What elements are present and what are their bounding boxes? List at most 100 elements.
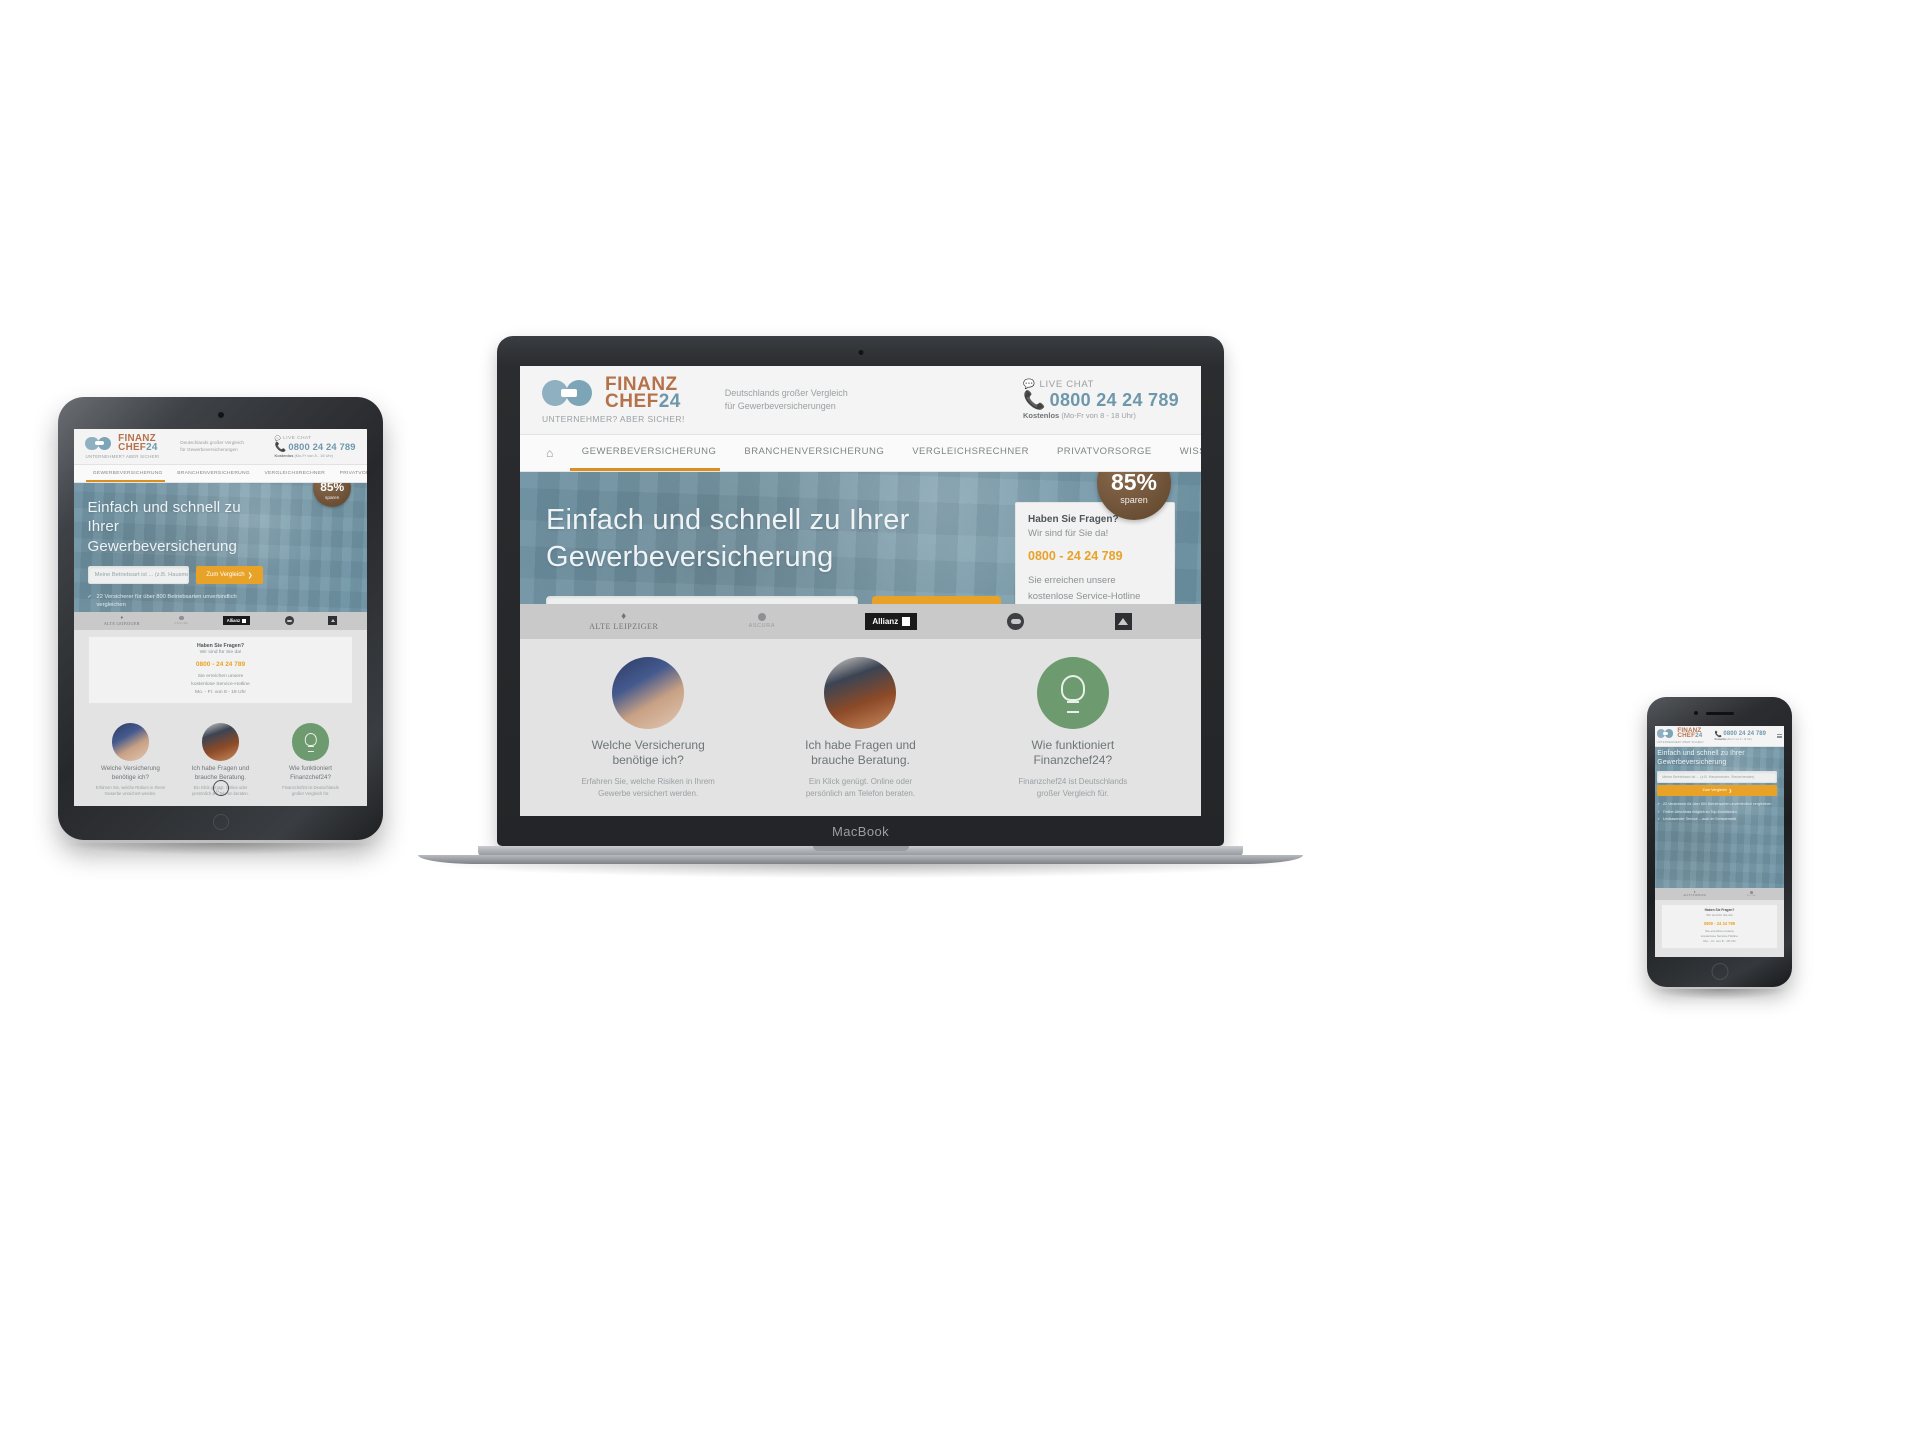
partner-allianz: Allianz xyxy=(865,612,918,630)
hero-bullet-2-text: Online-Abschluss möglich zu Top-Konditio… xyxy=(1663,809,1737,814)
lightbulb-idea-photo xyxy=(1036,656,1109,729)
logo-tagline: UNTERNEHMER? ABER SICHER! xyxy=(1656,740,1704,745)
partner-allianz: Allianz xyxy=(223,616,250,626)
logo[interactable]: FINANZ CHEF24 UNTERNEHMER? ABER SICHER! xyxy=(1656,727,1704,745)
header-claim: Deutschlands großer Vergleich für Gewerb… xyxy=(725,387,848,413)
insurer-square-logo xyxy=(1118,617,1129,625)
info-card-desc-line2: Gewerbe versichert werden. xyxy=(104,791,157,797)
nav-item-vergleichsrechner[interactable]: VERGLEICHSRECHNER xyxy=(257,465,332,481)
header-phone-note-bold: Kostenlos xyxy=(274,452,294,458)
savings-badge: Jetzt bis zu 85% sparen xyxy=(312,482,352,508)
compare-button[interactable]: Zum Vergleich ❯ xyxy=(871,596,1001,604)
nav-item-branchenversicherung[interactable]: BRANCHENVERSICHERUNG xyxy=(170,465,257,481)
hero-search-form: Meine Betriebsart ist ... (z.B. Hausmeis… xyxy=(87,566,264,584)
nav-item-privatvorsorge[interactable]: PRIVATVORSORGE xyxy=(1043,435,1166,471)
search-input[interactable]: Meine Betriebsart ist ... (z.B. Hausmeis… xyxy=(87,566,189,584)
hero-title-line1: Einfach und schnell zu Ihrer xyxy=(546,503,910,536)
laptop-camera-icon xyxy=(858,350,863,355)
finanzchef24-logo-icon xyxy=(542,380,598,407)
contact-box: Haben Sie Fragen? Wir sind für Sie da! 0… xyxy=(88,636,353,704)
hero-title: Einfach und schnell zu Ihrer Gewerbevers… xyxy=(546,502,1001,576)
header-phone-note-text: (Mo-Fr von 8 - 18 Uhr) xyxy=(1061,411,1136,421)
check-icon: ✓ xyxy=(1657,816,1661,821)
contact-box-subtitle: Wir sind für Sie da! xyxy=(1706,913,1733,918)
compare-button[interactable]: Zum Vergleich ❯ xyxy=(195,566,264,584)
info-card-title-line1: Ich habe Fragen und xyxy=(805,737,916,752)
search-input[interactable]: Meine Betriebsart ist ... (z.B. Hausmeis… xyxy=(546,596,858,604)
contact-box-phone[interactable]: 0800 - 24 24 789 xyxy=(1028,549,1162,563)
finanzchef24-logo-icon xyxy=(1656,729,1675,738)
partner-logos-bar: ♦ ALTE LEIPZIGER ASCURA Allianz xyxy=(74,611,367,631)
header-phone[interactable]: 📞 0800 24 24 789 xyxy=(1715,731,1766,738)
tablet-screen: FINANZ CHEF24 UNTERNEHMER? ABER SICHER! … xyxy=(74,429,367,806)
macbook-label: MacBook xyxy=(832,824,889,839)
chevron-right-icon: ❯ xyxy=(1728,788,1732,793)
tablet-home-button[interactable] xyxy=(212,814,229,830)
alte-leipziger-logo: ♦ xyxy=(621,610,627,622)
nav-item-privatvorsorge[interactable]: PRIVATVORSORGE xyxy=(332,465,367,481)
info-card[interactable]: Welche Versicherung benötige ich? Erfahre… xyxy=(553,656,744,800)
live-chat-link[interactable]: 💬 LIVE CHAT xyxy=(1023,379,1179,390)
partner-logos-bar: ♦ ALTE LEIPZIGER ASCURA Allianz xyxy=(520,603,1201,639)
info-card-title-line2: benötige ich? xyxy=(612,753,684,768)
info-card-title: Welche Versicherung benötige ich? xyxy=(592,738,705,769)
info-card[interactable]: Wie funktioniert Finanzchef24? Finanzchef… xyxy=(977,656,1168,800)
partner-ascura-label: ASCURA xyxy=(1746,894,1756,897)
tablet-camera-icon xyxy=(217,412,224,418)
allianz-logo xyxy=(902,616,911,626)
nav-home-icon[interactable]: ⌂ xyxy=(542,435,568,471)
phone-home-button[interactable] xyxy=(1711,963,1728,980)
info-card-desc: Ein Klick genügt. Online oder persönlich … xyxy=(806,776,915,800)
nav-item-wissen[interactable]: WISSEN xyxy=(1166,435,1201,471)
info-card-title: Welche Versicherung benötige ich? xyxy=(101,765,160,781)
logo-line2: CHEF xyxy=(605,391,659,413)
search-input[interactable]: Meine Betriebsart ist ... (z.B. Hausmeis… xyxy=(1657,770,1778,783)
badge-value: 85% xyxy=(320,482,345,495)
site-header: FINANZ CHEF24 UNTERNEHMER? ABER SICHER! … xyxy=(520,366,1201,435)
info-card-desc-line1: Finanzchef24 ist Deutschlands xyxy=(1018,777,1128,786)
compare-button[interactable]: Zum Vergleich ❯ xyxy=(1657,784,1778,796)
hero-bullet-1: ✓ 22 Versicherer für über 800 Betriebsart… xyxy=(88,594,264,609)
menu-burger-icon[interactable] xyxy=(1777,733,1783,738)
info-card-title: Ich habe Fragen und brauche Beratung. xyxy=(805,738,916,769)
info-card-desc-line2: persönlich am Telefon beraten. xyxy=(805,789,916,798)
partner-ascura-label: ASCURA xyxy=(174,621,189,626)
info-card[interactable]: Ich habe Fragen und brauche Beratung. Ein… xyxy=(765,656,956,800)
nav-item-gewerbeversicherung[interactable]: GEWERBEVERSICHERUNG xyxy=(85,465,170,482)
logo[interactable]: FINANZ CHEF24 UNTERNEHMER? ABER SICHER! xyxy=(542,375,685,424)
info-card-title-line1: Ich habe Fragen und xyxy=(191,765,250,773)
logo[interactable]: FINANZ CHEF24 UNTERNEHMER? ABER SICHER! xyxy=(85,434,159,459)
partner-logos-bar: ♦ ALTE LEIPZIGER ASCURA xyxy=(1655,888,1784,900)
nav-item-branchenversicherung[interactable]: BRANCHENVERSICHERUNG xyxy=(730,435,898,471)
partner-ascura-label: ASCURA xyxy=(748,623,776,630)
nav-home-icon[interactable]: ⌂ xyxy=(212,780,229,796)
website-tablet-view: FINANZ CHEF24 UNTERNEHMER? ABER SICHER! … xyxy=(74,429,367,806)
header-phone[interactable]: 📞 0800 24 24 789 xyxy=(1023,390,1179,411)
ascura-logo xyxy=(757,613,766,622)
badge-bottom-text: sparen xyxy=(1120,494,1148,505)
info-card-desc: Finanzchef24 ist Deutschlands großer Verg… xyxy=(1018,776,1127,800)
header-phone-note-text: (Mo-Fr von 8 - 18 Uhr) xyxy=(294,452,334,458)
contact-box-title: Haben Sie Fragen? xyxy=(197,642,244,649)
hero-section: Einfach und schnell zu Ihrer Gewerbevers… xyxy=(74,482,367,612)
contact-box-body-line3: Mo. - Fr. von 8 - 18 Uhr xyxy=(1703,939,1736,944)
info-card-title: Wie funktioniert Finanzchef24? xyxy=(289,765,332,781)
info-card[interactable]: Welche Versicherung benötige ich? Erfahre… xyxy=(90,723,171,797)
chevron-right-icon: ❯ xyxy=(247,572,253,579)
info-card-desc-line2: Gewerbe versichert werden. xyxy=(598,789,699,798)
lightbulb-idea-photo xyxy=(291,723,330,761)
contact-box-title: Haben Sie Fragen? xyxy=(1704,908,1735,913)
header-phone-note-bold: Kostenlos xyxy=(1022,411,1060,421)
logo-line2: CHEF xyxy=(1677,732,1696,740)
contact-box-phone[interactable]: 0800 - 24 24 789 xyxy=(1666,921,1773,926)
info-card[interactable]: Wie funktioniert Finanzchef24? Finanzchef… xyxy=(270,723,351,797)
hero-search-form: Meine Betriebsart ist ... (z.B. Hausmeis… xyxy=(546,596,1001,604)
header-phone[interactable]: 📞 0800 24 24 789 xyxy=(275,442,356,453)
nav-item-gewerbeversicherung[interactable]: GEWERBEVERSICHERUNG xyxy=(568,435,731,471)
contact-box-phone[interactable]: 0800 - 24 24 789 xyxy=(95,661,346,668)
header-phone-number: 0800 24 24 789 xyxy=(1723,731,1767,738)
hero-bullet-3-text: Umfassender Service – auch im Schadensfa… xyxy=(1663,816,1737,821)
phone-speaker-icon xyxy=(1705,712,1734,715)
nav-item-vergleichsrechner[interactable]: VERGLEICHSRECHNER xyxy=(898,435,1043,471)
partner-alte-leipziger-label: ALTE LEIPZIGER xyxy=(589,621,659,631)
